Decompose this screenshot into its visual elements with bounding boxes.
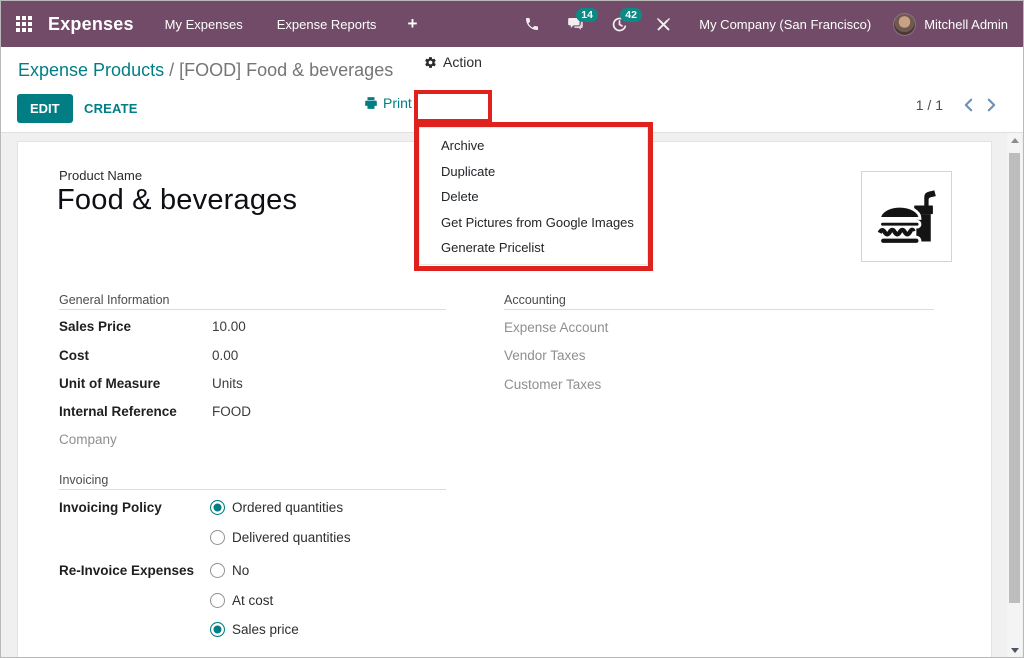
- activities-count-badge: 42: [620, 8, 642, 22]
- print-button[interactable]: Print: [364, 95, 412, 111]
- radio-button[interactable]: [210, 530, 225, 545]
- field-value: FOOD: [212, 404, 251, 419]
- new-expense-plus-button[interactable]: +: [393, 14, 431, 34]
- radio-ordered-quantities[interactable]: Ordered quantities: [210, 498, 343, 516]
- vertical-scrollbar[interactable]: [1007, 133, 1022, 658]
- breadcrumb-current: [FOOD] Food & beverages: [179, 60, 393, 80]
- menu-expense-reports[interactable]: Expense Reports: [260, 1, 394, 47]
- apps-menu-icon[interactable]: [16, 16, 32, 32]
- odoo-window: Expenses My Expenses Expense Reports + 1…: [0, 0, 1024, 658]
- menu-my-expenses[interactable]: My Expenses: [148, 1, 260, 47]
- field-label: Cost: [59, 348, 212, 363]
- action-button[interactable]: Action: [419, 47, 487, 77]
- radio-label: No: [232, 563, 249, 578]
- section-title-accounting: Accounting: [504, 293, 566, 307]
- radio-label: Delivered quantities: [232, 530, 351, 545]
- action-dropdown-menu: Archive Duplicate Delete Get Pictures fr…: [419, 127, 648, 265]
- radio-button-checked[interactable]: [210, 500, 225, 515]
- action-label: Action: [443, 54, 482, 70]
- field-label: Internal Reference: [59, 404, 212, 419]
- menu-item-duplicate[interactable]: Duplicate: [420, 159, 647, 185]
- menu-item-delete[interactable]: Delete: [420, 184, 647, 210]
- field-internal-reference: Internal Reference FOOD: [59, 402, 251, 420]
- app-name[interactable]: Expenses: [48, 14, 134, 35]
- pager-next-icon[interactable]: [986, 98, 997, 112]
- field-reinvoice-expenses: Re-Invoice Expenses: [59, 561, 212, 579]
- crossed-tools-glyph: [655, 16, 672, 33]
- field-label: Company: [59, 432, 212, 447]
- product-image[interactable]: [861, 171, 952, 262]
- product-name-label: Product Name: [59, 168, 142, 183]
- divider-general: [59, 309, 446, 310]
- menu-item-archive[interactable]: Archive: [420, 133, 647, 159]
- divider-accounting: [504, 309, 934, 310]
- field-value[interactable]: Units: [212, 376, 243, 391]
- user-menu[interactable]: Mitchell Admin: [893, 13, 1008, 36]
- radio-at-cost[interactable]: At cost: [210, 591, 273, 609]
- field-unit-of-measure: Unit of Measure Units: [59, 374, 243, 392]
- field-label: Expense Account: [504, 320, 657, 335]
- radio-label: Ordered quantities: [232, 500, 343, 515]
- user-avatar: [893, 13, 916, 36]
- burger-drink-icon: [871, 181, 943, 253]
- breadcrumb-separator: /: [164, 60, 179, 80]
- radio-label: Sales price: [232, 622, 299, 637]
- field-label: Invoicing Policy: [59, 500, 212, 515]
- messages-icon[interactable]: 14: [560, 12, 591, 36]
- phone-icon[interactable]: [517, 12, 547, 36]
- activities-icon[interactable]: 42: [604, 12, 635, 37]
- scrollbar-thumb[interactable]: [1009, 153, 1020, 603]
- field-expense-account: Expense Account: [504, 318, 657, 336]
- tools-icon[interactable]: [648, 12, 679, 37]
- scrollbar-down-arrow-icon[interactable]: [1007, 643, 1022, 658]
- field-label: Customer Taxes: [504, 377, 657, 392]
- field-invoicing-policy: Invoicing Policy: [59, 498, 212, 516]
- breadcrumb: Expense Products / [FOOD] Food & beverag…: [18, 60, 393, 81]
- user-name: Mitchell Admin: [924, 17, 1008, 32]
- messages-count-badge: 14: [576, 8, 598, 22]
- pager-previous-icon[interactable]: [963, 98, 974, 112]
- divider-invoicing: [59, 489, 446, 490]
- pager-count: 1 / 1: [916, 97, 943, 113]
- field-label: Unit of Measure: [59, 376, 212, 391]
- radio-button-checked[interactable]: [210, 622, 225, 637]
- printer-icon: [364, 96, 378, 110]
- pager: 1 / 1: [916, 97, 997, 113]
- scrollbar-up-arrow-icon[interactable]: [1007, 133, 1022, 148]
- field-sales-price: Sales Price 10.00: [59, 317, 246, 335]
- field-label: Vendor Taxes: [504, 348, 657, 363]
- radio-no[interactable]: No: [210, 561, 249, 579]
- radio-button[interactable]: [210, 563, 225, 578]
- top-navbar: Expenses My Expenses Expense Reports + 1…: [1, 1, 1023, 47]
- menu-item-generate-pricelist[interactable]: Generate Pricelist: [420, 235, 647, 261]
- field-cost: Cost 0.00: [59, 346, 238, 364]
- product-name-value: Food & beverages: [57, 184, 297, 217]
- field-vendor-taxes: Vendor Taxes: [504, 346, 657, 364]
- field-label: Re-Invoice Expenses: [59, 563, 212, 578]
- field-label: Sales Price: [59, 319, 212, 334]
- create-button[interactable]: CREATE: [78, 94, 144, 123]
- gear-icon: [424, 56, 437, 69]
- field-company: Company: [59, 430, 212, 448]
- field-value: 10.00: [212, 319, 246, 334]
- field-value: 0.00: [212, 348, 238, 363]
- phone-icon-glyph: [524, 16, 540, 32]
- radio-button[interactable]: [210, 593, 225, 608]
- section-title-invoicing: Invoicing: [59, 473, 108, 487]
- radio-label: At cost: [232, 593, 273, 608]
- radio-delivered-quantities[interactable]: Delivered quantities: [210, 528, 351, 546]
- breadcrumb-parent[interactable]: Expense Products: [18, 60, 164, 80]
- control-panel: Expense Products / [FOOD] Food & beverag…: [1, 47, 1023, 133]
- company-switcher[interactable]: My Company (San Francisco): [699, 17, 871, 32]
- menu-item-get-pictures[interactable]: Get Pictures from Google Images: [420, 210, 647, 236]
- edit-button[interactable]: EDIT: [17, 94, 73, 123]
- radio-sales-price[interactable]: Sales price: [210, 620, 299, 638]
- section-title-general: General Information: [59, 293, 169, 307]
- print-label: Print: [383, 95, 412, 111]
- field-customer-taxes: Customer Taxes: [504, 375, 657, 393]
